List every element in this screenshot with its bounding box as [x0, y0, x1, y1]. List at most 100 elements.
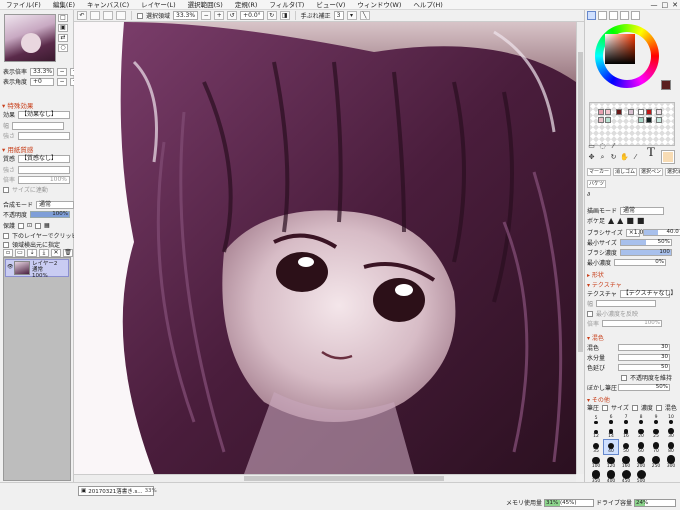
lock-icon[interactable]: ⊡: [27, 222, 32, 229]
paper-link-checkbox[interactable]: [3, 186, 9, 193]
paper-scale-field[interactable]: 100%: [18, 175, 71, 184]
rotation-field[interactable]: +0.0°: [240, 11, 264, 20]
swatch[interactable]: [638, 109, 644, 115]
new-layer-icon[interactable]: ▫: [3, 249, 13, 257]
swatch[interactable]: [598, 109, 604, 115]
blend-select[interactable]: 通常: [36, 200, 75, 209]
brush-size-cell[interactable]: 160: [619, 455, 633, 469]
swatch[interactable]: [628, 109, 634, 115]
tool-tab-select-pen[interactable]: 選択ペン: [639, 168, 664, 176]
swatch[interactable]: [638, 117, 644, 123]
new-folder-icon[interactable]: ▭: [15, 249, 25, 257]
menu-window[interactable]: ウィンドウ(W): [351, 0, 407, 10]
merge-down-icon[interactable]: ⤓: [39, 249, 49, 257]
rotate-tool-icon[interactable]: ↻: [609, 153, 618, 162]
zoom-minus-icon[interactable]: −: [57, 67, 68, 76]
brush-size-cell[interactable]: 70: [649, 440, 663, 454]
undo-icon[interactable]: ↶: [77, 11, 87, 20]
close-button[interactable]: ✕: [672, 0, 678, 10]
brush-size-cell[interactable]: 20: [634, 425, 648, 439]
select-source-checkbox[interactable]: [3, 241, 9, 248]
eye-icon[interactable]: 👁: [7, 264, 13, 270]
alpha-lock-icon[interactable]: ▦: [44, 222, 50, 229]
swatch[interactable]: [598, 117, 604, 123]
zoom-tool-icon[interactable]: ⌕: [598, 153, 607, 162]
selection-visible-checkbox[interactable]: [137, 12, 143, 19]
paper-section-title[interactable]: ▾ 用紙質感: [2, 144, 33, 154]
min-density-slider[interactable]: 0%: [614, 259, 667, 266]
rotate-left-icon[interactable]: ↺: [227, 11, 238, 20]
texture-section-title[interactable]: ▾ テクスチャ: [587, 280, 622, 289]
menu-selection[interactable]: 選択範囲(S): [182, 0, 229, 10]
swatch[interactable]: [646, 117, 652, 123]
density-slider[interactable]: 100: [619, 249, 672, 256]
menu-canvas[interactable]: キャンバス(C): [81, 0, 135, 10]
brush-size-cell[interactable]: 120: [604, 455, 618, 469]
texture-select[interactable]: 【テクスチャなし】: [619, 289, 677, 298]
deselect-icon[interactable]: [90, 11, 100, 20]
mix-slider[interactable]: 30: [618, 344, 670, 351]
swatch[interactable]: [605, 109, 611, 115]
opacity-slider[interactable]: 100%: [30, 211, 71, 218]
protect-checkbox-1[interactable]: [18, 222, 25, 229]
brush-size-cell[interactable]: 200: [634, 455, 648, 469]
canvas[interactable]: [74, 22, 576, 474]
maximize-button[interactable]: □: [662, 0, 669, 10]
eyedropper-icon[interactable]: ⁄: [631, 153, 640, 162]
nav-zoom-fit-icon[interactable]: □: [58, 14, 68, 22]
nav-zoom-actual-icon[interactable]: ▣: [58, 24, 68, 32]
nav-flip-icon[interactable]: ⇄: [58, 34, 68, 42]
paper-strength-field[interactable]: [18, 165, 71, 174]
brush-size-cell[interactable]: 9: [649, 410, 663, 424]
keep-opacity-checkbox[interactable]: [621, 374, 627, 381]
brush-size-cell[interactable]: 25: [649, 425, 663, 439]
edge-flat-icon[interactable]: ■: [637, 216, 645, 225]
brush-size-cell[interactable]: 30: [664, 425, 678, 439]
vertical-scroll-thumb[interactable]: [578, 52, 583, 352]
brush-size-cell[interactable]: 50: [619, 440, 633, 454]
menu-filter[interactable]: フィルタ(T): [263, 0, 310, 10]
brush-size-cell[interactable]: 40: [603, 439, 619, 455]
brush-size-cell[interactable]: 5: [589, 410, 603, 424]
edge-hard-icon[interactable]: ■: [626, 216, 634, 225]
stabilizer-dropdown-icon[interactable]: ▾: [346, 11, 357, 20]
transfer-down-icon[interactable]: ⇣: [27, 249, 37, 257]
magic-wand-icon[interactable]: ⁄: [609, 142, 618, 151]
extra-brush-icon[interactable]: ∂: [587, 191, 590, 198]
menu-layer[interactable]: レイヤー(L): [135, 0, 182, 10]
mixer-tab[interactable]: [620, 11, 629, 20]
rotate-right-icon[interactable]: ↻: [266, 11, 277, 20]
menu-edit[interactable]: 編集(E): [47, 0, 81, 10]
swatch-palette[interactable]: [589, 102, 675, 146]
menu-file[interactable]: ファイル(F): [0, 0, 47, 10]
move-icon[interactable]: ✥: [587, 153, 596, 162]
tool-tab-marker[interactable]: マーカー: [587, 168, 612, 176]
min-size-slider[interactable]: 50%: [619, 239, 672, 246]
brush-size-cell[interactable]: 60: [634, 440, 648, 454]
swatch[interactable]: [605, 117, 611, 123]
text-icon[interactable]: [620, 142, 629, 151]
zoom-in-icon[interactable]: +: [214, 11, 225, 20]
effect-section-title[interactable]: ▾ 特殊効果: [2, 100, 33, 110]
document-tab[interactable]: ▣ 20170321落書き.s... 33%: [78, 486, 157, 496]
effect-width-field[interactable]: [12, 121, 65, 130]
clear-icon[interactable]: [116, 11, 126, 20]
line-tool-icon[interactable]: ╲: [359, 11, 370, 20]
hsv-tab[interactable]: [609, 11, 618, 20]
brush-size-slider[interactable]: 40.0: [642, 229, 680, 236]
swatch[interactable]: [656, 117, 662, 123]
paper-select[interactable]: 【質感なし】: [18, 154, 71, 163]
brush-size-cell[interactable]: 10: [664, 410, 678, 424]
swatch[interactable]: [616, 109, 622, 115]
protect-checkbox-2[interactable]: [35, 222, 42, 229]
mix-section-title[interactable]: ▾ 混色: [587, 333, 604, 342]
brush-size-multiplier[interactable]: ×1.0: [625, 228, 643, 237]
zoom-out-icon[interactable]: −: [201, 11, 212, 20]
layer-item[interactable]: 👁 レイヤー2 通常 100%: [5, 259, 69, 279]
rect-select-icon[interactable]: ▭: [587, 142, 596, 151]
hand-icon[interactable]: ✋: [620, 153, 629, 162]
zoom-value[interactable]: 33.3%: [30, 67, 55, 76]
tool-tab-bucket[interactable]: バケツ: [587, 180, 607, 188]
texture-invert-checkbox[interactable]: [587, 310, 593, 317]
brush-size-cell[interactable]: 16: [619, 425, 633, 439]
